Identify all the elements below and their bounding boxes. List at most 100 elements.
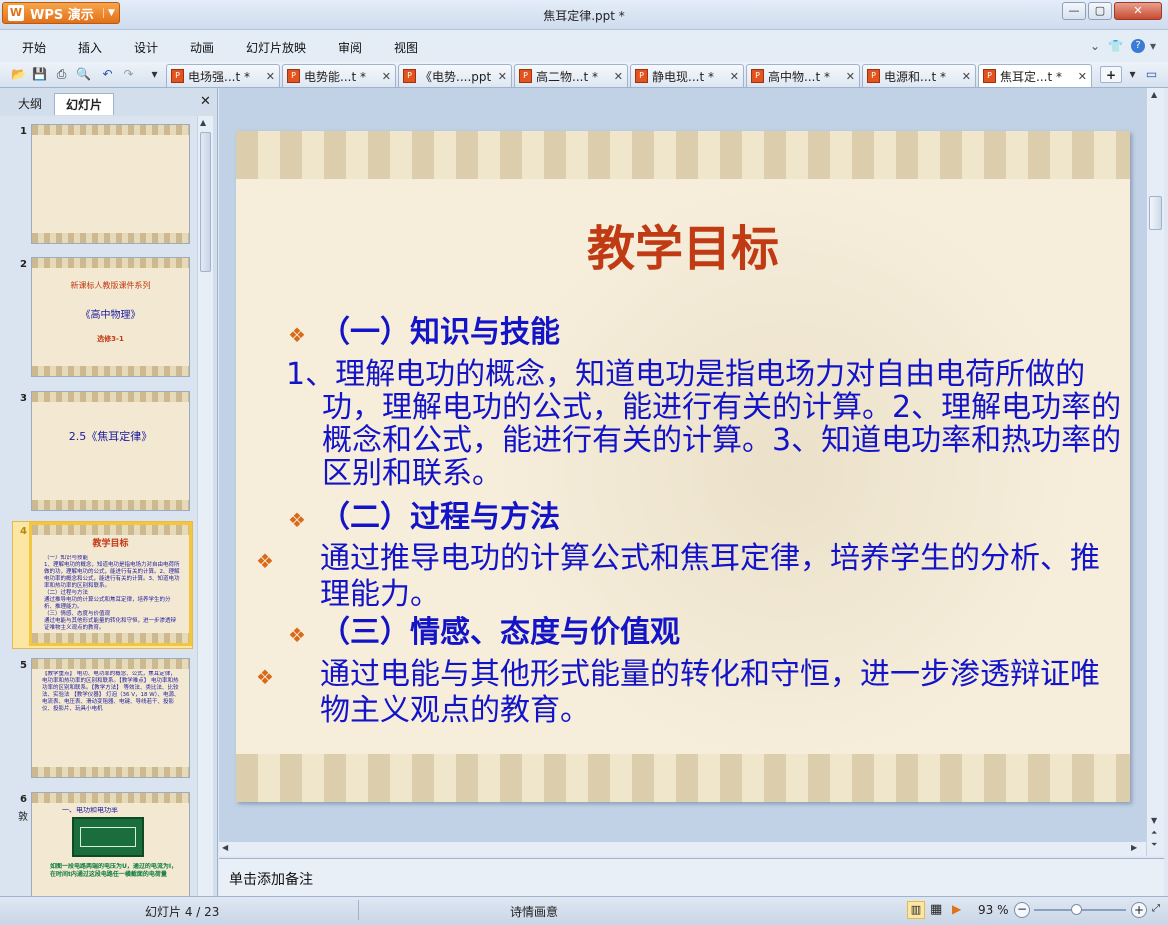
chevron-down-icon[interactable]: ▾	[1150, 39, 1156, 53]
close-tab-icon[interactable]: ✕	[614, 70, 623, 83]
zoom-level[interactable]: 93 %	[978, 903, 1009, 917]
zoom-out-icon[interactable]: −	[1014, 902, 1030, 918]
skin-icon[interactable]: 👕	[1108, 39, 1123, 53]
bullet-heading-2[interactable]: ❖ （二）过程与方法	[288, 501, 560, 537]
close-tab-icon[interactable]: ✕	[1078, 70, 1087, 83]
menu-slideshow[interactable]: 幻灯片放映	[246, 39, 306, 56]
decorative-border-bottom	[236, 754, 1130, 802]
next-slide-icon[interactable]: ⏷	[1151, 840, 1157, 850]
save-icon[interactable]: 💾	[31, 66, 48, 83]
bullet-heading-3[interactable]: ❖ （三）情感、态度与价值观	[288, 616, 680, 652]
slideshow-icon[interactable]: ▶	[952, 902, 961, 916]
scroll-up-icon[interactable]: ▲	[1151, 90, 1157, 99]
thumbnail-scrollbar[interactable]: ▲	[197, 116, 213, 896]
tile-windows-icon[interactable]: ▭	[1143, 66, 1160, 83]
title-bar: W WPS 演示 ▼ 焦耳定律.ppt * — ▢ ✕	[0, 0, 1168, 30]
close-button[interactable]: ✕	[1114, 2, 1162, 20]
thumb-number: 3	[20, 393, 27, 404]
slide-vertical-scrollbar[interactable]: ▲ ▼ ⏶ ⏷	[1146, 88, 1164, 856]
tab-list-icon[interactable]: ▾	[1124, 66, 1141, 83]
thumb-number: 5	[20, 660, 27, 671]
print-icon[interactable]: ⎙	[53, 66, 70, 83]
menu-view[interactable]: 视图	[394, 39, 418, 56]
slide-thumbnail-3[interactable]: 2.5《焦耳定律》	[31, 391, 190, 511]
thumb-number: 2	[20, 259, 27, 270]
scrollbar-thumb[interactable]	[1149, 196, 1162, 230]
notes-pane[interactable]: 单击添加备注	[219, 858, 1164, 896]
tab-slides[interactable]: 幻灯片	[54, 93, 114, 115]
thumb-number: 1	[20, 126, 27, 137]
customize-toolbar-icon[interactable]: ▾	[146, 66, 163, 83]
slide-title[interactable]: 教学目标	[236, 209, 1130, 279]
doc-tab-4[interactable]: P 高二物...t * ✕	[514, 64, 628, 87]
doc-tab-7[interactable]: P 电源和...t * ✕	[862, 64, 976, 87]
toolbar: 📂 💾 ⎙ 🔍 ↶ ↷ ▾ P 电场强...t * ✕ P 电势能...t * ✕ P 《…	[0, 62, 1168, 88]
bullet-body-2[interactable]: ❖ 通过推导电功的计算公式和焦耳定律，培养学生的分析、推理能力。	[256, 542, 1128, 611]
close-tab-icon[interactable]: ✕	[498, 70, 507, 83]
slide-thumbnail-5[interactable]: 【教学重点】 电功、电功率的概念、公式，焦耳定律，电功率和热功率的区别和联系。【…	[31, 658, 190, 778]
ppt-file-icon: P	[519, 69, 532, 83]
menu-insert[interactable]: 插入	[78, 39, 102, 56]
undo-icon[interactable]: ↶	[99, 66, 116, 83]
doc-tab-1[interactable]: P 电场强...t * ✕	[166, 64, 280, 87]
zoom-slider-thumb[interactable]	[1071, 904, 1082, 915]
open-folder-icon[interactable]: 📂	[10, 66, 27, 83]
slide-thumbnail-2[interactable]: 新课标人教版课件系列 《高中物理》 选修3-1	[31, 257, 190, 377]
scroll-left-icon[interactable]: ◀	[222, 843, 228, 852]
close-tab-icon[interactable]: ✕	[846, 70, 855, 83]
menu-home[interactable]: 开始	[22, 39, 46, 56]
redo-icon[interactable]: ↷	[120, 66, 137, 83]
scroll-right-icon[interactable]: ▶	[1131, 843, 1137, 852]
tab-outline[interactable]: 大纲	[8, 93, 52, 115]
ppt-file-icon: P	[403, 69, 416, 83]
bullet-heading-1[interactable]: ❖ （一）知识与技能	[288, 316, 560, 352]
slide-thumbnail-6[interactable]: 一、电功和电功率 如图一段电路两端的电压为U，通过的电流为I，在时间t内通过这段…	[31, 792, 190, 896]
slide-thumbnail-1[interactable]	[31, 124, 190, 244]
bullet-body-3[interactable]: ❖ 通过电能与其他形式能量的转化和守恒，进一步渗透辩证唯物主义观点的教育。	[256, 658, 1128, 727]
fit-window-icon[interactable]: ⤢	[1152, 903, 1160, 914]
doc-tab-5[interactable]: P 静电现...t * ✕	[630, 64, 744, 87]
menu-design[interactable]: 设计	[134, 39, 158, 56]
bullet-body-1[interactable]: 1、理解电功的概念，知道电功是指电场力对自由电荷所做的功，理解电功的公式，能进行…	[286, 358, 1126, 490]
doc-tab-3[interactable]: P 《电势....ppt ✕	[398, 64, 512, 87]
slide-sorter-icon[interactable]: ▦	[930, 902, 942, 917]
minimize-button[interactable]: —	[1062, 2, 1086, 20]
menu-review[interactable]: 审阅	[338, 39, 362, 56]
diamond-bullet-icon: ❖	[288, 323, 306, 347]
normal-view-icon[interactable]: ▥	[907, 901, 925, 919]
menu-bar: 开始 插入 设计 动画 幻灯片放映 审阅 视图 ⌄ 👕 ? ▾	[0, 30, 1168, 62]
close-tab-icon[interactable]: ✕	[266, 70, 275, 83]
doc-tab-2[interactable]: P 电势能...t * ✕	[282, 64, 396, 87]
decorative-border-top	[236, 131, 1130, 179]
thumb-4-body: （一）知识与技能 1、理解电功的概念，知道电功是指电场力对自由电荷所做的功，理解…	[44, 555, 180, 631]
help-icon[interactable]: ?	[1131, 39, 1145, 53]
ppt-file-icon: P	[867, 69, 880, 83]
doc-tab-8-active[interactable]: P 焦耳定...t * ✕	[978, 64, 1092, 87]
ribbon-collapse-icon[interactable]: ⌄	[1090, 39, 1100, 53]
ppt-file-icon: P	[751, 69, 764, 83]
menu-animation[interactable]: 动画	[190, 39, 214, 56]
status-bar: 幻灯片 4 / 23 诗情画意 ▥ ▦ ▶ 93 % − + ⤢	[0, 896, 1168, 925]
print-preview-icon[interactable]: 🔍	[75, 66, 92, 83]
circuit-diagram-image	[72, 817, 144, 857]
close-tab-icon[interactable]: ✕	[962, 70, 971, 83]
scroll-up-icon[interactable]: ▲	[200, 118, 206, 127]
close-tab-icon[interactable]: ✕	[730, 70, 739, 83]
close-panel-icon[interactable]: ✕	[200, 94, 211, 109]
current-slide[interactable]: 教学目标 ❖ （一）知识与技能 1、理解电功的概念，知道电功是指电场力对自由电荷所…	[236, 131, 1130, 802]
diamond-bullet-icon: ❖	[288, 508, 306, 532]
scroll-down-icon[interactable]: ▼	[1151, 816, 1157, 825]
zoom-in-icon[interactable]: +	[1131, 902, 1147, 918]
scrollbar-thumb[interactable]	[200, 132, 211, 272]
new-tab-icon[interactable]: +	[1100, 66, 1122, 83]
document-title: 焦耳定律.ppt *	[543, 9, 625, 23]
slide-thumbnail-4-selected[interactable]: 教学目标 （一）知识与技能 1、理解电功的概念，知道电功是指电场力对自由电荷所做…	[29, 522, 192, 646]
diamond-bullet-icon: ❖	[256, 665, 274, 689]
maximize-button[interactable]: ▢	[1088, 2, 1112, 20]
previous-slide-icon[interactable]: ⏶	[1151, 828, 1157, 838]
doc-tab-6[interactable]: P 高中物...t * ✕	[746, 64, 860, 87]
slide-horizontal-scrollbar[interactable]: ◀ ▶	[219, 842, 1146, 856]
close-tab-icon[interactable]: ✕	[382, 70, 391, 83]
slides-panel: 大纲 幻灯片 ✕ 1 2 新课标人教版课件系列 《高中物理》 选修3-1 3 2…	[0, 88, 218, 896]
thumbnail-list: 1 2 新课标人教版课件系列 《高中物理》 选修3-1 3 2.5《焦耳定律》 …	[0, 116, 197, 896]
